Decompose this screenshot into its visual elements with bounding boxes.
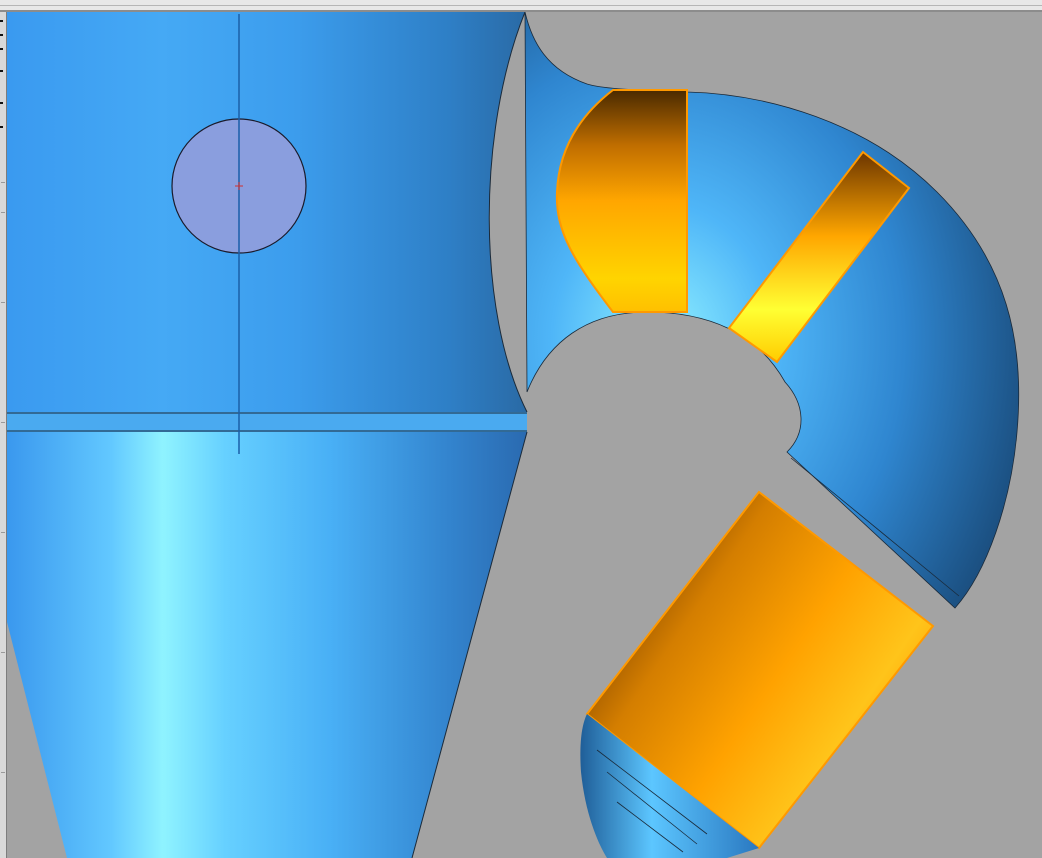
left-panel-edge[interactable] bbox=[0, 12, 7, 858]
panel-tick bbox=[0, 20, 3, 22]
toolbar-divider bbox=[0, 5, 1042, 6]
toolbar-border bbox=[0, 0, 1042, 12]
panel-segment bbox=[1, 652, 5, 653]
panel-tick bbox=[0, 48, 3, 50]
panel-segment bbox=[1, 212, 5, 213]
seam-band bbox=[7, 412, 527, 432]
cad-application bbox=[0, 0, 1042, 858]
panel-segment bbox=[1, 772, 5, 773]
3d-graphics-viewport[interactable] bbox=[7, 12, 1042, 858]
panel-tick bbox=[0, 102, 3, 104]
panel-tick bbox=[0, 70, 3, 72]
panel-tick bbox=[0, 126, 3, 128]
panel-segment bbox=[1, 422, 5, 423]
model-canvas[interactable] bbox=[7, 12, 1042, 858]
panel-segment bbox=[1, 302, 5, 303]
panel-segment bbox=[1, 182, 5, 183]
panel-segment bbox=[1, 532, 5, 533]
panel-tick bbox=[0, 34, 3, 36]
